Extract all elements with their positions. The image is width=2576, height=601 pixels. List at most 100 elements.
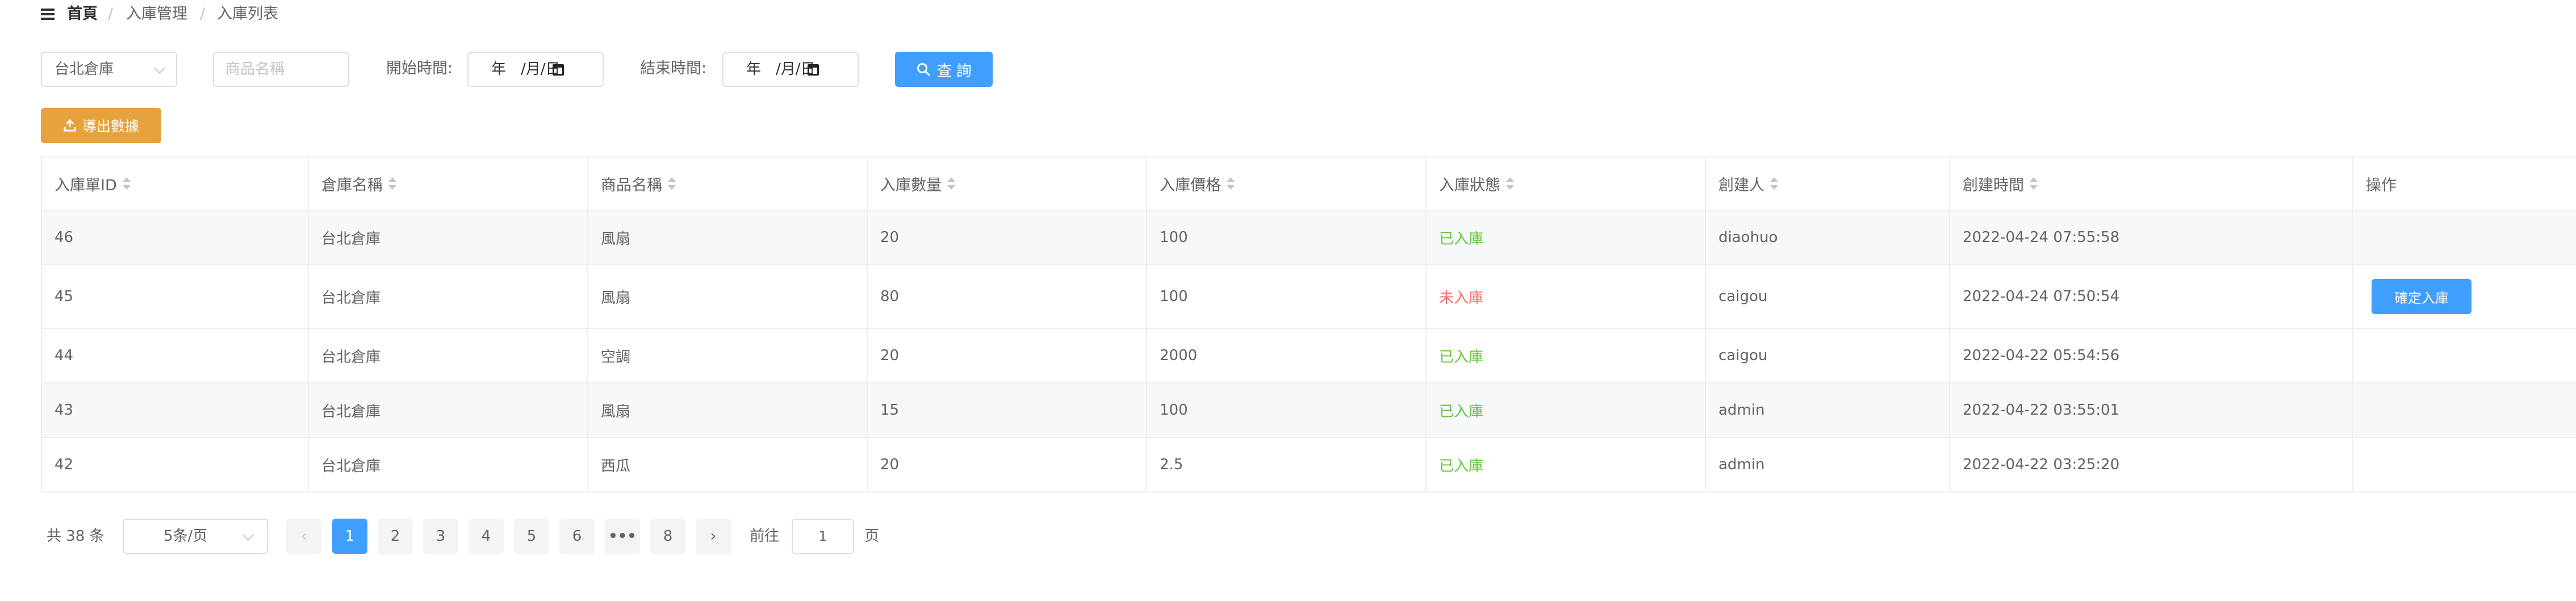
cell-created-time: 2022-04-22 03:25:20 (1950, 438, 2353, 491)
cell-warehouse: 台北倉庫 (309, 383, 588, 437)
sort-caret-icon[interactable] (388, 177, 396, 190)
breadcrumb-separator: / (200, 5, 206, 23)
cell-status: 已入庫 (1427, 329, 1706, 382)
cell-quantity: 20 (868, 438, 1147, 491)
table-row: 43 台北倉庫 風扇 15 100 已入庫 admin 2022-04-22 0… (42, 383, 2576, 438)
warehouse-select-value: 台北倉庫 (55, 61, 114, 78)
inbound-table: 入庫單ID 倉庫名稱 商品名稱 入庫數量 入庫價格 入庫狀態 創建人 創建時間 … (41, 156, 2576, 493)
sort-caret-icon[interactable] (947, 177, 955, 190)
sort-caret-icon[interactable] (1770, 177, 1778, 190)
page-button-5[interactable]: 5 (514, 519, 549, 554)
cell-actions (2353, 329, 2576, 382)
table-row: 44 台北倉庫 空調 20 2000 已入庫 caigou 2022-04-22… (42, 329, 2576, 383)
chevron-down-icon (154, 62, 165, 74)
pagination-total: 共 38 条 (47, 528, 104, 545)
cell-id: 43 (42, 383, 309, 437)
sort-caret-icon[interactable] (122, 177, 131, 190)
start-date-placeholder: 年 /月/日 (491, 61, 561, 78)
goto-page-input[interactable] (792, 519, 854, 554)
cell-warehouse: 台北倉庫 (309, 438, 588, 491)
sort-caret-icon[interactable] (2030, 177, 2038, 190)
cell-price: 100 (1147, 211, 1427, 264)
page-button-4[interactable]: 4 (469, 519, 504, 554)
sort-caret-icon[interactable] (1506, 177, 1514, 190)
column-header-status[interactable]: 入庫狀態 (1427, 157, 1706, 210)
cell-product: 風扇 (588, 211, 868, 264)
hamburger-icon[interactable] (41, 7, 55, 21)
column-header-warehouse[interactable]: 倉庫名稱 (309, 157, 588, 210)
cell-created-time: 2022-04-24 07:50:54 (1950, 265, 2353, 328)
goto-label: 前往 (750, 528, 780, 545)
page-size-value: 5条/页 (164, 528, 208, 545)
cell-product: 風扇 (588, 265, 868, 328)
upload-icon (64, 119, 76, 132)
cell-created-time: 2022-04-22 03:55:01 (1950, 383, 2353, 437)
cell-warehouse: 台北倉庫 (309, 329, 588, 382)
column-header-id[interactable]: 入庫單ID (42, 157, 309, 210)
breadcrumb-home[interactable]: 首頁 (67, 3, 98, 26)
next-page-button[interactable]: › (696, 519, 731, 554)
column-header-actions: 操作 (2366, 176, 2397, 194)
cell-product: 空調 (588, 329, 868, 382)
cell-quantity: 20 (868, 211, 1147, 264)
cell-id: 44 (42, 329, 309, 382)
cell-actions (2353, 211, 2576, 264)
cell-status: 已入庫 (1427, 211, 1706, 264)
cell-creator: admin (1706, 438, 1950, 491)
cell-creator: admin (1706, 383, 1950, 437)
search-button[interactable]: 查 詢 (895, 52, 993, 87)
cell-created-time: 2022-04-22 05:54:56 (1950, 329, 2353, 382)
sort-caret-icon[interactable] (1227, 177, 1235, 190)
cell-creator: caigou (1706, 265, 1950, 328)
cell-warehouse: 台北倉庫 (309, 265, 588, 328)
cell-creator: caigou (1706, 329, 1950, 382)
export-data-button[interactable]: 導出數據 (41, 108, 161, 143)
cell-price: 2000 (1147, 329, 1427, 382)
page-button-6[interactable]: 6 (559, 519, 595, 554)
column-header-quantity[interactable]: 入庫數量 (868, 157, 1147, 210)
cell-actions: 確定入庫 (2353, 265, 2576, 328)
page-button-3[interactable]: 3 (423, 519, 458, 554)
search-icon (917, 63, 930, 76)
table-row: 45 台北倉庫 風扇 80 100 未入庫 caigou 2022-04-24 … (42, 265, 2576, 329)
cell-actions (2353, 383, 2576, 437)
cell-quantity: 80 (868, 265, 1147, 328)
cell-created-time: 2022-04-24 07:55:58 (1950, 211, 2353, 264)
cell-price: 2.5 (1147, 438, 1427, 491)
end-date-input[interactable]: 年 /月/日 (722, 52, 859, 87)
column-header-created-time[interactable]: 創建時間 (1950, 157, 2353, 210)
cell-product: 風扇 (588, 383, 868, 437)
start-date-input[interactable]: 年 /月/日 (467, 52, 604, 87)
prev-page-button[interactable]: ‹ (286, 519, 321, 554)
end-date-placeholder: 年 /月/日 (746, 61, 816, 78)
page-button-1[interactable]: 1 (332, 519, 367, 554)
table-header-row: 入庫單ID 倉庫名稱 商品名稱 入庫數量 入庫價格 入庫狀態 創建人 創建時間 … (42, 157, 2576, 211)
page-button-2[interactable]: 2 (378, 519, 413, 554)
cell-id: 46 (42, 211, 309, 264)
chevron-down-icon (242, 529, 254, 541)
more-pages-button[interactable]: ••• (605, 519, 640, 554)
cell-id: 45 (42, 265, 309, 328)
page-size-select[interactable]: 5条/页 (123, 519, 268, 554)
search-button-label: 查 詢 (936, 62, 972, 80)
product-name-input[interactable] (213, 52, 349, 87)
calendar-icon[interactable] (553, 64, 564, 76)
table-row: 42 台北倉庫 西瓜 20 2.5 已入庫 admin 2022-04-22 0… (42, 438, 2576, 493)
breadcrumb-section[interactable]: 入庫管理 (126, 3, 187, 26)
warehouse-select[interactable]: 台北倉庫 (41, 52, 177, 87)
cell-quantity: 20 (868, 329, 1147, 382)
table-row: 46 台北倉庫 風扇 20 100 已入庫 diaohuo 2022-04-24… (42, 211, 2576, 265)
column-header-price[interactable]: 入庫價格 (1147, 157, 1427, 210)
breadcrumb-current: 入庫列表 (217, 5, 278, 23)
cell-creator: diaohuo (1706, 211, 1950, 264)
cell-status: 已入庫 (1427, 438, 1706, 491)
sort-caret-icon[interactable] (668, 177, 676, 190)
column-header-product[interactable]: 商品名稱 (588, 157, 868, 210)
cell-warehouse: 台北倉庫 (309, 211, 588, 264)
page-suffix-label: 页 (864, 528, 880, 545)
calendar-icon[interactable] (808, 64, 819, 76)
column-header-creator[interactable]: 創建人 (1706, 157, 1950, 210)
export-data-label: 導出數據 (82, 119, 139, 135)
confirm-inbound-button[interactable]: 確定入庫 (2372, 279, 2472, 314)
page-button-8[interactable]: 8 (650, 519, 685, 554)
